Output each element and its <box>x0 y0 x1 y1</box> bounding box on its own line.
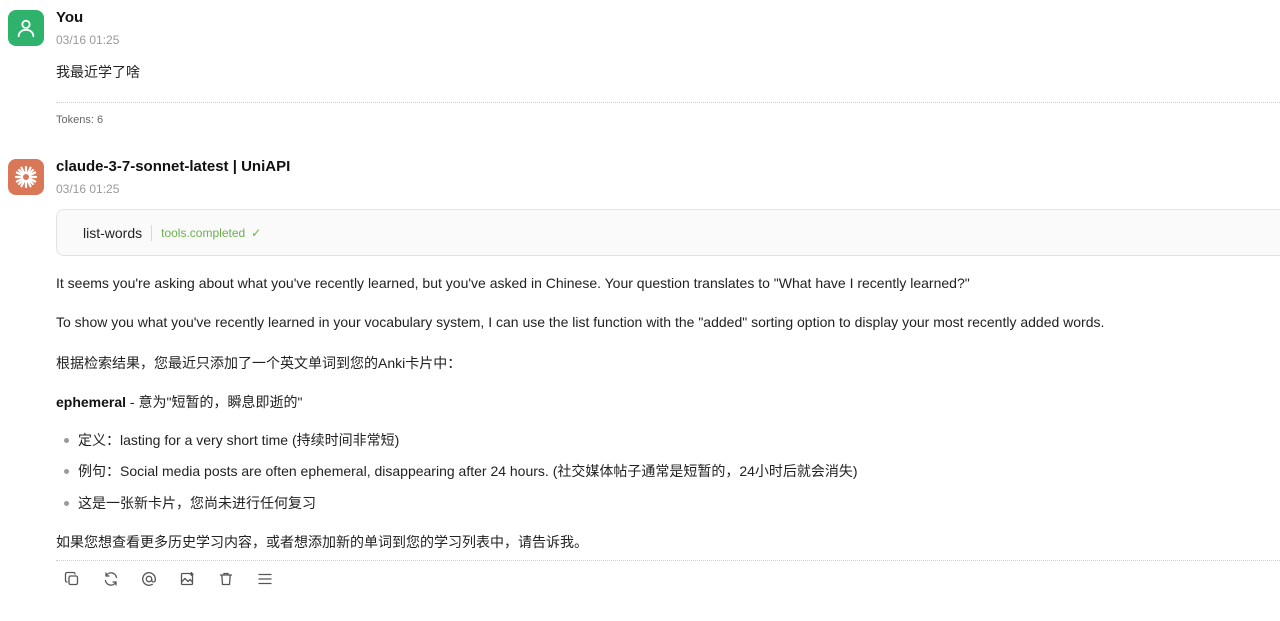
word-heading: ephemeral - 意为"短暂的，瞬息即逝的" <box>56 392 302 412</box>
list-item: 定义：lasting for a very short time (持续时间非常… <box>64 430 399 450</box>
tool-status: tools.completed <box>161 225 246 240</box>
regenerate-button[interactable] <box>101 570 121 588</box>
copy-icon <box>64 571 79 586</box>
chat-page: You 03/16 01:25 我最近学了啥 Tokens: 6 claude-… <box>0 0 1280 621</box>
mention-icon <box>142 572 156 586</box>
assistant-avatar[interactable] <box>8 159 44 195</box>
user-name: You <box>56 9 84 26</box>
list-item: 这是一张新卡片，您尚未进行任何复习 <box>64 493 316 513</box>
more-menu-button[interactable] <box>255 570 275 588</box>
user-message: 我最近学了啥 <box>56 64 140 80</box>
list-item-text: 例句：Social media posts are often ephemera… <box>78 463 858 479</box>
bullet-dot <box>64 437 69 443</box>
user-timestamp: 03/16 01:25 <box>56 33 120 47</box>
list-item-text: 定义：lasting for a very short time (持续时间非常… <box>78 432 400 448</box>
bullet-dot <box>64 500 69 506</box>
response-paragraph-3: 根据检索结果，您最近只添加了一个英文单词到您的Anki卡片中： <box>56 355 462 371</box>
delete-icon <box>219 572 233 586</box>
list-item-text: 这是一张新卡片，您尚未进行任何复习 <box>78 495 316 511</box>
copy-button[interactable] <box>62 570 82 588</box>
list-item: 例句：Social media posts are often ephemera… <box>64 461 858 481</box>
word-meaning: - 意为"短暂的，瞬息即逝的" <box>126 394 303 410</box>
claude-logo-icon <box>14 165 38 189</box>
word-term: ephemeral <box>56 394 127 410</box>
image-icon <box>180 572 193 586</box>
response-paragraph-2: To show you what you've recently learned… <box>56 314 1105 330</box>
token-count: Tokens: 6 <box>56 114 104 126</box>
response-paragraph-end: 如果您想查看更多历史学习内容，或者想添加新的单词到您的学习列表中，请告诉我。 <box>56 534 588 550</box>
regenerate-icon <box>104 572 117 586</box>
assistant-timestamp: 03/16 01:25 <box>56 182 120 196</box>
assistant-name: claude-3-7-sonnet-latest | UniAPI <box>56 158 291 175</box>
user-icon <box>17 19 35 38</box>
message-actions <box>62 570 293 588</box>
user-avatar[interactable] <box>8 10 44 46</box>
tool-call-card[interactable]: list-words tools.completed ✓ <box>56 209 1280 256</box>
tool-separator <box>151 224 153 241</box>
mention-button[interactable] <box>139 570 159 588</box>
menu-icon <box>257 573 272 585</box>
message-divider <box>56 560 1280 561</box>
message-divider <box>56 102 1280 103</box>
response-paragraph-1: It seems you're asking about what you've… <box>56 275 970 291</box>
check-icon: ✓ <box>251 225 262 240</box>
bullet-dot <box>64 468 69 474</box>
image-button[interactable] <box>178 570 198 588</box>
delete-button[interactable] <box>216 570 236 588</box>
tool-name: list-words <box>83 224 143 241</box>
